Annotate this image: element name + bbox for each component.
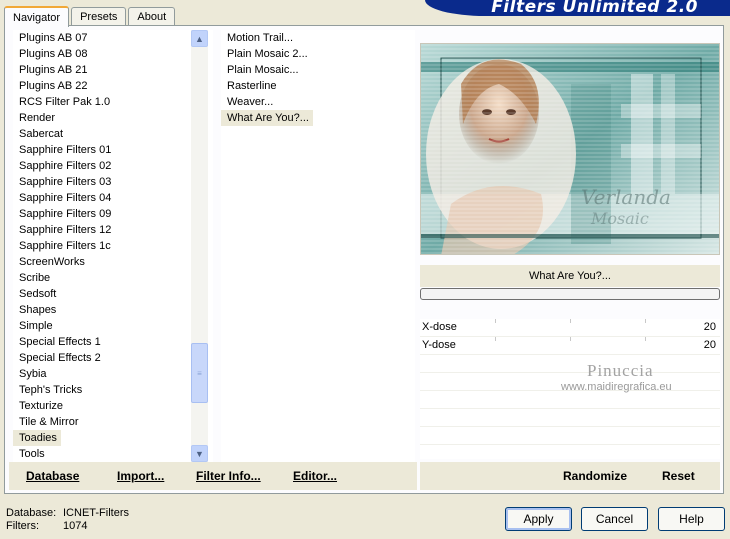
category-item[interactable]: Plugins AB 08: [13, 46, 213, 62]
tab-navigator[interactable]: Navigator: [4, 6, 70, 27]
param-row-empty: [420, 391, 720, 409]
filter-list[interactable]: Motion Trail... Plain Mosaic 2... Plain Mo…: [221, 30, 415, 462]
category-item[interactable]: Toadies: [13, 430, 61, 446]
preview-artwork: Verlanda Mosaic: [421, 44, 719, 254]
filter-item[interactable]: What Are You?...: [221, 110, 313, 126]
watermark-name: Pinuccia: [587, 361, 654, 380]
category-item[interactable]: Shapes: [13, 302, 213, 318]
randomize-button[interactable]: Randomize: [563, 469, 627, 483]
filter-item[interactable]: Rasterline: [221, 78, 415, 94]
progress-bar: [420, 288, 720, 300]
category-item[interactable]: Sapphire Filters 01: [13, 142, 213, 158]
scroll-up-button[interactable]: ▲: [191, 30, 208, 47]
scroll-thumb[interactable]: ≡: [191, 343, 208, 403]
svg-text:Mosaic: Mosaic: [590, 209, 649, 228]
filter-item[interactable]: Plain Mosaic...: [221, 62, 415, 78]
category-item[interactable]: RCS Filter Pak 1.0: [13, 94, 213, 110]
status-info: Database: ICNET-Filters Filters: 1074: [6, 507, 129, 533]
category-item[interactable]: Special Effects 2: [13, 350, 213, 366]
param-label: X-dose: [422, 321, 457, 333]
category-item[interactable]: Simple: [13, 318, 213, 334]
tab-presets[interactable]: Presets: [71, 7, 127, 26]
filter-info-button[interactable]: Filter Info...: [196, 469, 261, 483]
category-item[interactable]: Plugins AB 07: [13, 30, 213, 46]
right-button-bar: Randomize Reset: [420, 462, 720, 490]
category-item[interactable]: Teph's Tricks: [13, 382, 213, 398]
svg-text:Verlanda: Verlanda: [581, 185, 671, 209]
param-row-x-dose[interactable]: X-dose 20: [420, 319, 720, 337]
param-value: 20: [703, 339, 716, 351]
apply-button[interactable]: Apply: [505, 507, 572, 531]
import-button[interactable]: Import...: [117, 469, 164, 483]
category-item[interactable]: Sapphire Filters 1c: [13, 238, 213, 254]
filters-label: Filters:: [6, 520, 39, 532]
filter-item[interactable]: Plain Mosaic 2...: [221, 46, 415, 62]
category-item[interactable]: Sedsoft: [13, 286, 213, 302]
param-row-empty: [420, 427, 720, 445]
database-value: ICNET-Filters: [63, 507, 129, 519]
category-item[interactable]: Plugins AB 22: [13, 78, 213, 94]
tab-about[interactable]: About: [128, 7, 176, 26]
grip-icon: ≡: [197, 368, 202, 378]
category-item[interactable]: Sybia: [13, 366, 213, 382]
tab-strip: Navigator Presets About: [4, 4, 177, 27]
reset-button[interactable]: Reset: [662, 469, 695, 483]
filter-item[interactable]: Motion Trail...: [221, 30, 415, 46]
watermark-url: www.maidiregrafica.eu: [561, 381, 672, 393]
left-button-bar: Database Import... Filter Info... Editor…: [9, 462, 417, 490]
category-item[interactable]: Sapphire Filters 03: [13, 174, 213, 190]
category-item[interactable]: Tile & Mirror: [13, 414, 213, 430]
category-item[interactable]: Special Effects 1: [13, 334, 213, 350]
param-row-y-dose[interactable]: Y-dose 20: [420, 337, 720, 355]
category-item[interactable]: Tools: [13, 446, 213, 462]
chevron-down-icon: ▼: [195, 448, 204, 459]
category-item[interactable]: Render: [13, 110, 213, 126]
database-label: Database:: [6, 507, 57, 519]
category-item[interactable]: Sapphire Filters 02: [13, 158, 213, 174]
category-item[interactable]: ScreenWorks: [13, 254, 213, 270]
param-row-empty: [420, 355, 720, 373]
slider-tick: [645, 319, 646, 323]
filter-item[interactable]: Weaver...: [221, 94, 415, 110]
cancel-button[interactable]: Cancel: [581, 507, 648, 531]
category-item[interactable]: Sabercat: [13, 126, 213, 142]
category-item[interactable]: Sapphire Filters 12: [13, 222, 213, 238]
navigator-panel: Plugins AB 07 Plugins AB 08 Plugins AB 21 P…: [4, 25, 724, 494]
banner-title: Filters Unlimited 2.0: [491, 0, 698, 16]
scroll-down-button[interactable]: ▼: [191, 445, 208, 462]
category-item[interactable]: Sapphire Filters 04: [13, 190, 213, 206]
category-item[interactable]: Sapphire Filters 09: [13, 206, 213, 222]
slider-tick: [645, 337, 646, 341]
category-item[interactable]: Texturize: [13, 398, 213, 414]
category-list[interactable]: Plugins AB 07 Plugins AB 08 Plugins AB 21 P…: [13, 30, 213, 462]
filters-count: 1074: [63, 520, 88, 532]
slider-tick: [495, 337, 496, 341]
slider-tick: [495, 319, 496, 323]
param-row-empty: [420, 409, 720, 427]
category-item[interactable]: Plugins AB 21: [13, 62, 213, 78]
slider-tick: [570, 319, 571, 323]
preview-image: Verlanda Mosaic: [420, 43, 720, 255]
help-button[interactable]: Help: [658, 507, 725, 531]
chevron-up-icon: ▲: [195, 33, 204, 44]
filter-name-label: What Are You?...: [420, 265, 720, 287]
category-item[interactable]: Scribe: [13, 270, 213, 286]
slider-tick: [570, 337, 571, 341]
param-value: 20: [703, 321, 716, 333]
editor-button[interactable]: Editor...: [293, 469, 337, 483]
database-button[interactable]: Database: [26, 469, 79, 483]
param-label: Y-dose: [422, 339, 456, 351]
title-banner: Filters Unlimited 2.0: [425, 0, 730, 16]
category-scrollbar[interactable]: ▲ ≡ ▼: [191, 30, 208, 462]
